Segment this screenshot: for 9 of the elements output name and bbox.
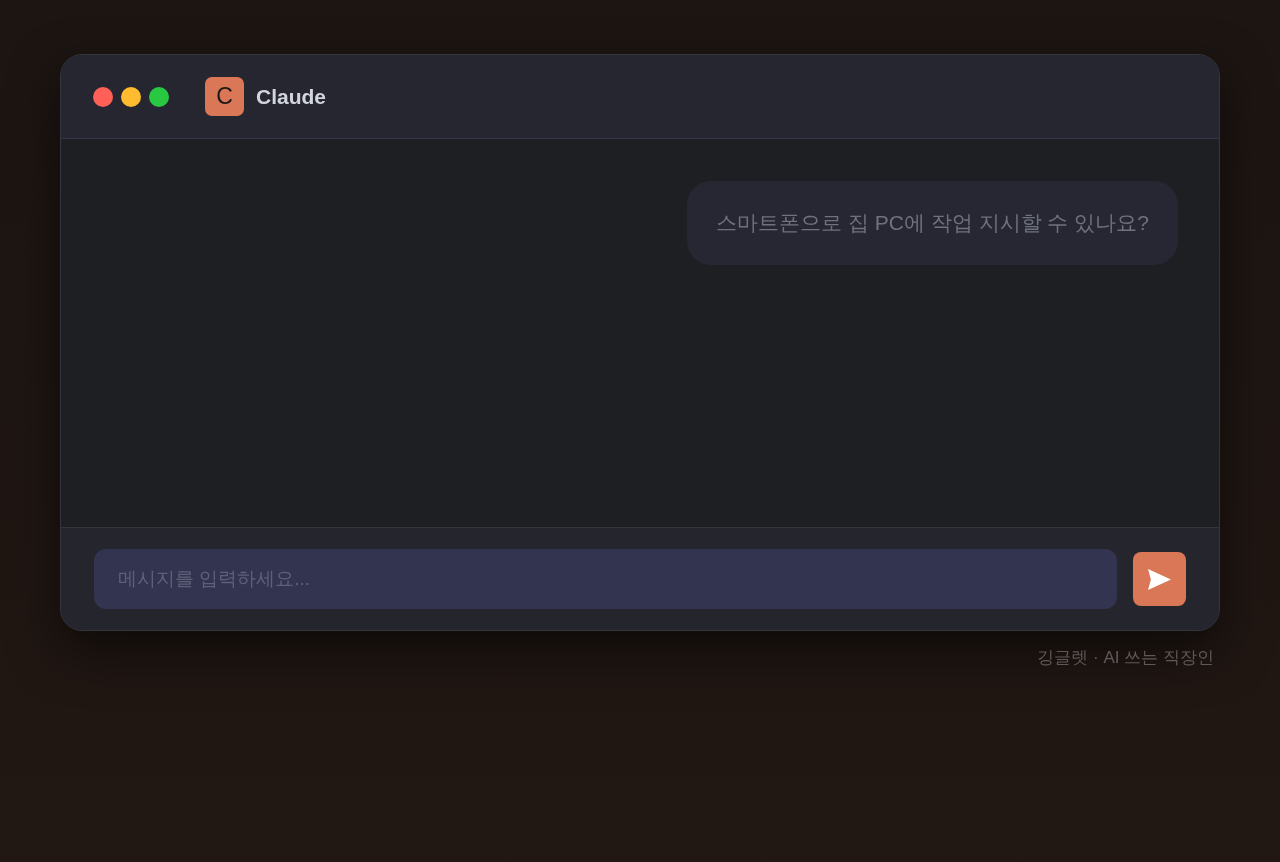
send-icon: [1148, 568, 1171, 590]
credit-text: 깅글렛 · AI 쓰는 직장인: [1037, 647, 1214, 669]
message-bubble: 스마트폰으로 집 PC에 작업 지시할 수 있나요?: [687, 181, 1178, 265]
send-button[interactable]: [1133, 552, 1186, 606]
window-close-icon[interactable]: [93, 86, 113, 107]
app-logo: C: [205, 77, 244, 116]
window-maximize-icon[interactable]: [149, 86, 169, 107]
window-title: Claude: [256, 84, 326, 109]
window-minimize-icon[interactable]: [121, 86, 141, 107]
